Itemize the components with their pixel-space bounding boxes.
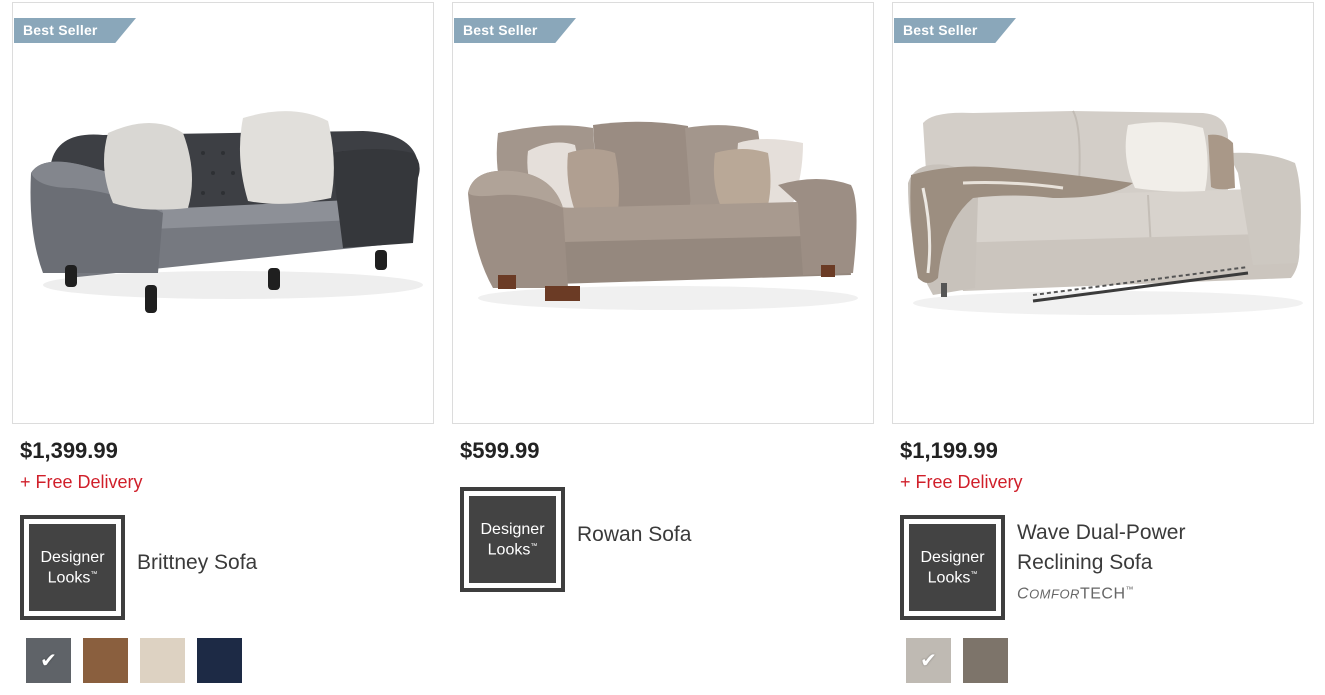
product-image-link[interactable]: Best Seller: [892, 2, 1314, 424]
brand-logo-trademark: ™: [970, 570, 978, 578]
checkmark-icon: ✔: [920, 650, 937, 672]
checkmark-icon: ✔: [40, 650, 57, 672]
product-grid: Best Seller $1,399.99 + Free Delivery De…: [0, 0, 1325, 695]
color-swatches: ✔: [906, 638, 1008, 683]
brand-logo-trademark: ™: [90, 570, 98, 578]
color-swatch-selected[interactable]: ✔: [906, 638, 951, 683]
best-seller-badge: Best Seller: [894, 18, 1016, 43]
color-swatch[interactable]: [963, 638, 1008, 683]
product-name-link[interactable]: Wave Dual-Power Reclining Sofa: [1017, 518, 1185, 578]
product-name-line1: Brittney Sofa: [137, 551, 258, 574]
best-seller-badge: Best Seller: [14, 18, 136, 43]
free-delivery-label: + Free Delivery: [900, 472, 1023, 492]
comfortech-label: COMFORTECH™: [1017, 585, 1134, 603]
designer-looks-logo: Designer Looks™: [460, 487, 565, 592]
brand-logo-line2: Looks: [927, 569, 971, 587]
best-seller-badge: Best Seller: [454, 18, 576, 43]
product-name-link[interactable]: Rowan Sofa: [577, 520, 691, 550]
brand-logo-line2: Looks: [487, 541, 531, 559]
product-card-wave: Best Seller $1,199.99 + Free Delivery De…: [892, 0, 1316, 695]
product-image-wave-reclining-sofa: [908, 110, 1303, 315]
comfortech-trademark: ™: [1125, 585, 1135, 594]
free-delivery-label: + Free Delivery: [20, 472, 143, 492]
color-swatch-selected[interactable]: ✔: [26, 638, 71, 683]
designer-looks-logo: Designer Looks™: [900, 515, 1005, 620]
product-name-line2: Reclining Sofa: [1017, 551, 1153, 574]
color-swatches: ✔: [26, 638, 242, 683]
brand-logo-line1: Designer: [480, 520, 545, 538]
product-card-brittney: Best Seller $1,399.99 + Free Delivery De…: [12, 0, 436, 695]
brand-logo-line2: Looks: [47, 569, 91, 587]
comfortech-omfor: OMFOR: [1029, 586, 1080, 602]
comfortech-c: C: [1017, 585, 1030, 603]
product-name-link[interactable]: Brittney Sofa: [137, 548, 257, 578]
color-swatch[interactable]: [197, 638, 242, 683]
color-swatch[interactable]: [83, 638, 128, 683]
product-price: $1,199.99: [900, 438, 998, 463]
comfortech-tech: TECH: [1079, 585, 1126, 603]
product-image-link[interactable]: Best Seller: [12, 2, 434, 424]
product-name-line1: Rowan Sofa: [577, 523, 692, 546]
product-image-rowan-sofa: [468, 121, 858, 310]
brand-logo-line1: Designer: [40, 548, 105, 566]
product-price: $1,399.99: [20, 438, 118, 463]
color-swatch[interactable]: [140, 638, 185, 683]
designer-looks-logo: Designer Looks™: [20, 515, 125, 620]
product-price: $599.99: [460, 438, 540, 463]
brand-logo-line1: Designer: [920, 548, 985, 566]
product-image-link[interactable]: Best Seller: [452, 2, 874, 424]
brand-logo-trademark: ™: [530, 542, 538, 550]
product-image-brittney-sofa: [30, 111, 423, 313]
product-card-rowan: Best Seller $599.99 Designer Looks™ Rowa…: [452, 0, 876, 695]
product-name-line1: Wave Dual-Power: [1017, 521, 1186, 544]
